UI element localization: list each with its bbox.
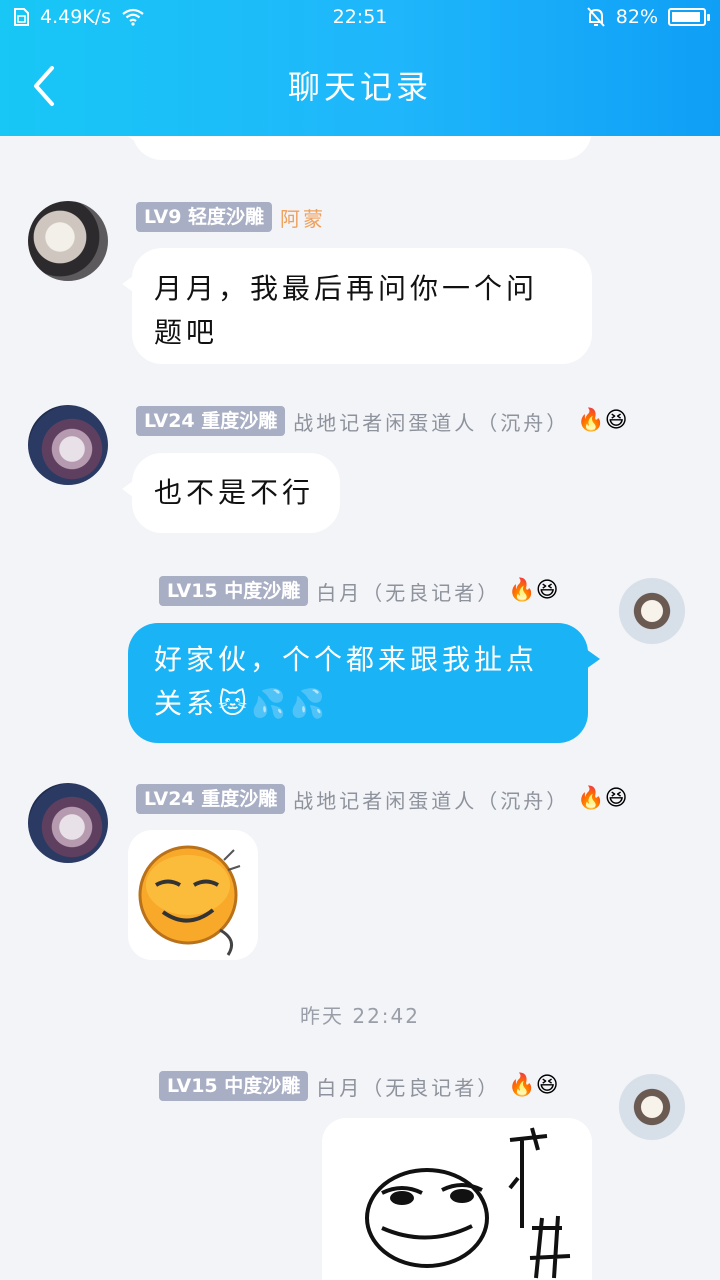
message-text: 关系🐱💦💦 <box>154 687 329 720</box>
timestamp: 昨天 22:42 <box>300 1004 420 1028</box>
avatar[interactable] <box>28 405 108 485</box>
sender-name[interactable]: 阿蒙 <box>280 203 326 232</box>
mute-bell-icon <box>587 7 605 27</box>
honor-icons: 🔥😆 <box>508 1073 559 1098</box>
message-bubble[interactable]: 月月，我最后再问你一个问 题吧 <box>122 248 592 364</box>
message-text: 月月，我最后再问你一个问 <box>154 272 539 305</box>
chat-history[interactable]: LV9 轻度沙雕 阿蒙 月月，我最后再问你一个问 题吧 LV24 重度沙雕 战地… <box>0 0 720 1280</box>
avatar[interactable] <box>612 575 692 655</box>
message-bubble[interactable]: 好家伙，个个都来跟我扯点 关系🐱💦💦 <box>128 623 600 743</box>
level-badge: LV24 重度沙雕 <box>136 406 286 436</box>
top-bar: 4.49K/s 22:51 82% 聊天记录 <box>0 0 720 136</box>
message-bubble[interactable]: 也不是不行 <box>122 453 340 533</box>
sticker-message[interactable] <box>128 830 258 960</box>
message-text: 题吧 <box>154 316 219 349</box>
doodle-face-sticker <box>365 1127 571 1279</box>
sender-line: LV15 中度沙雕 白月（无良记者） 🔥😆 <box>159 1071 559 1101</box>
sender-name[interactable]: 战地记者闲蛋道人（沉舟） <box>293 785 569 814</box>
sender-line: LV9 轻度沙雕 阿蒙 <box>136 202 326 232</box>
sender-name[interactable]: 白月（无良记者） <box>316 1072 500 1101</box>
avatar[interactable] <box>28 201 108 281</box>
honor-icons: 🔥😆 <box>577 408 628 433</box>
status-bar: 4.49K/s 22:51 82% <box>0 0 720 36</box>
avatar[interactable] <box>28 783 108 863</box>
page-title: 聊天记录 <box>287 68 432 106</box>
sender-line: LV15 中度沙雕 白月（无良记者） 🔥😆 <box>159 576 559 606</box>
message-text: 好家伙，个个都来跟我扯点 <box>154 643 539 676</box>
sticker-message[interactable] <box>322 1118 592 1280</box>
sender-name[interactable]: 白月（无良记者） <box>316 577 500 606</box>
level-badge: LV9 轻度沙雕 <box>136 202 273 232</box>
smirk-face-sticker <box>138 845 241 956</box>
sender-name[interactable]: 战地记者闲蛋道人（沉舟） <box>293 407 569 436</box>
avatar[interactable] <box>612 1071 692 1151</box>
message-text: 也不是不行 <box>154 476 315 509</box>
level-badge: LV24 重度沙雕 <box>136 784 286 814</box>
honor-icons: 🔥😆 <box>508 578 559 603</box>
honor-icons: 🔥😆 <box>577 786 628 811</box>
sender-line: LV24 重度沙雕 战地记者闲蛋道人（沉舟） 🔥😆 <box>136 406 628 436</box>
battery-percent: 82% <box>615 6 658 28</box>
sender-line: LV24 重度沙雕 战地记者闲蛋道人（沉舟） 🔥😆 <box>136 784 628 814</box>
battery-icon <box>668 8 710 26</box>
level-badge: LV15 中度沙雕 <box>159 1071 309 1101</box>
level-badge: LV15 中度沙雕 <box>159 576 309 606</box>
